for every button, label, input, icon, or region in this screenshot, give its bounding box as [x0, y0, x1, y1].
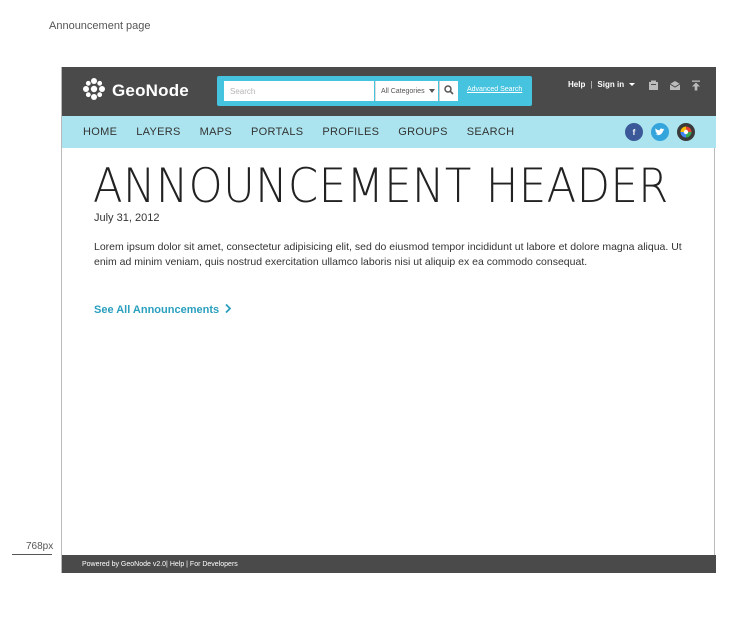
top-bar: GeoNode All Categories Advanced Search H… — [62, 67, 716, 116]
search-button[interactable] — [439, 81, 458, 101]
announcement-date: July 31, 2012 — [94, 212, 160, 224]
announcement-body: Lorem ipsum dolor sit amet, consectetur … — [94, 241, 682, 268]
see-all-label: See All Announcements — [94, 304, 220, 316]
nav-item-layers[interactable]: LAYERS — [136, 126, 180, 138]
category-select[interactable]: All Categories — [375, 81, 438, 101]
search-input[interactable] — [224, 81, 374, 101]
help-link[interactable]: Help — [568, 80, 585, 89]
sign-in-label: Sign in — [597, 80, 625, 89]
nav-item-home[interactable]: HOME — [83, 126, 117, 138]
nav-item-portals[interactable]: PORTALS — [251, 126, 303, 138]
logo[interactable]: GeoNode — [82, 77, 189, 106]
nav-item-maps[interactable]: MAPS — [200, 126, 232, 138]
upload-box-icon[interactable] — [648, 78, 659, 96]
chevron-down-icon — [629, 83, 636, 87]
twitter-icon[interactable] — [651, 123, 669, 141]
separator: | — [590, 80, 593, 89]
upload-arrow-icon[interactable] — [691, 78, 701, 96]
see-all-announcements-link[interactable]: See All Announcements — [94, 303, 232, 316]
chevron-right-icon — [225, 303, 232, 316]
nav-items: HOME LAYERS MAPS PORTALS PROFILES GROUPS… — [83, 116, 533, 148]
nav-item-profiles[interactable]: PROFILES — [322, 126, 379, 138]
search-bar: All Categories Advanced Search — [217, 76, 532, 106]
nav-item-search[interactable]: SEARCH — [467, 126, 515, 138]
browser-frame: GeoNode All Categories Advanced Search H… — [61, 67, 716, 573]
width-annotation: 768px — [26, 541, 54, 552]
sign-in-link[interactable]: Sign in — [597, 80, 636, 89]
page-label: Announcement page — [49, 20, 151, 32]
facebook-icon[interactable]: f — [625, 123, 643, 141]
search-icon — [444, 82, 454, 100]
facebook-glyph: f — [632, 127, 636, 137]
logo-text: GeoNode — [112, 81, 189, 100]
inbox-icon[interactable] — [669, 78, 681, 96]
google-plus-icon[interactable] — [677, 123, 695, 141]
user-links: Help | Sign in — [568, 80, 636, 89]
chevron-down-icon — [428, 89, 435, 93]
announcement-title: ANNOUNCEMENT HEADER — [93, 159, 669, 214]
tool-icons — [648, 78, 701, 96]
footer-text: Powered by GeoNode v2.0| Help | For Deve… — [82, 560, 238, 568]
main-nav: HOME LAYERS MAPS PORTALS PROFILES GROUPS… — [62, 116, 716, 148]
width-annotation-line — [12, 554, 52, 555]
footer: Powered by GeoNode v2.0| Help | For Deve… — [62, 555, 716, 573]
geonode-flower-icon — [82, 77, 106, 106]
category-select-value: All Categories — [381, 87, 425, 95]
nav-item-groups[interactable]: GROUPS — [398, 126, 447, 138]
advanced-search-link[interactable]: Advanced Search — [467, 86, 522, 93]
